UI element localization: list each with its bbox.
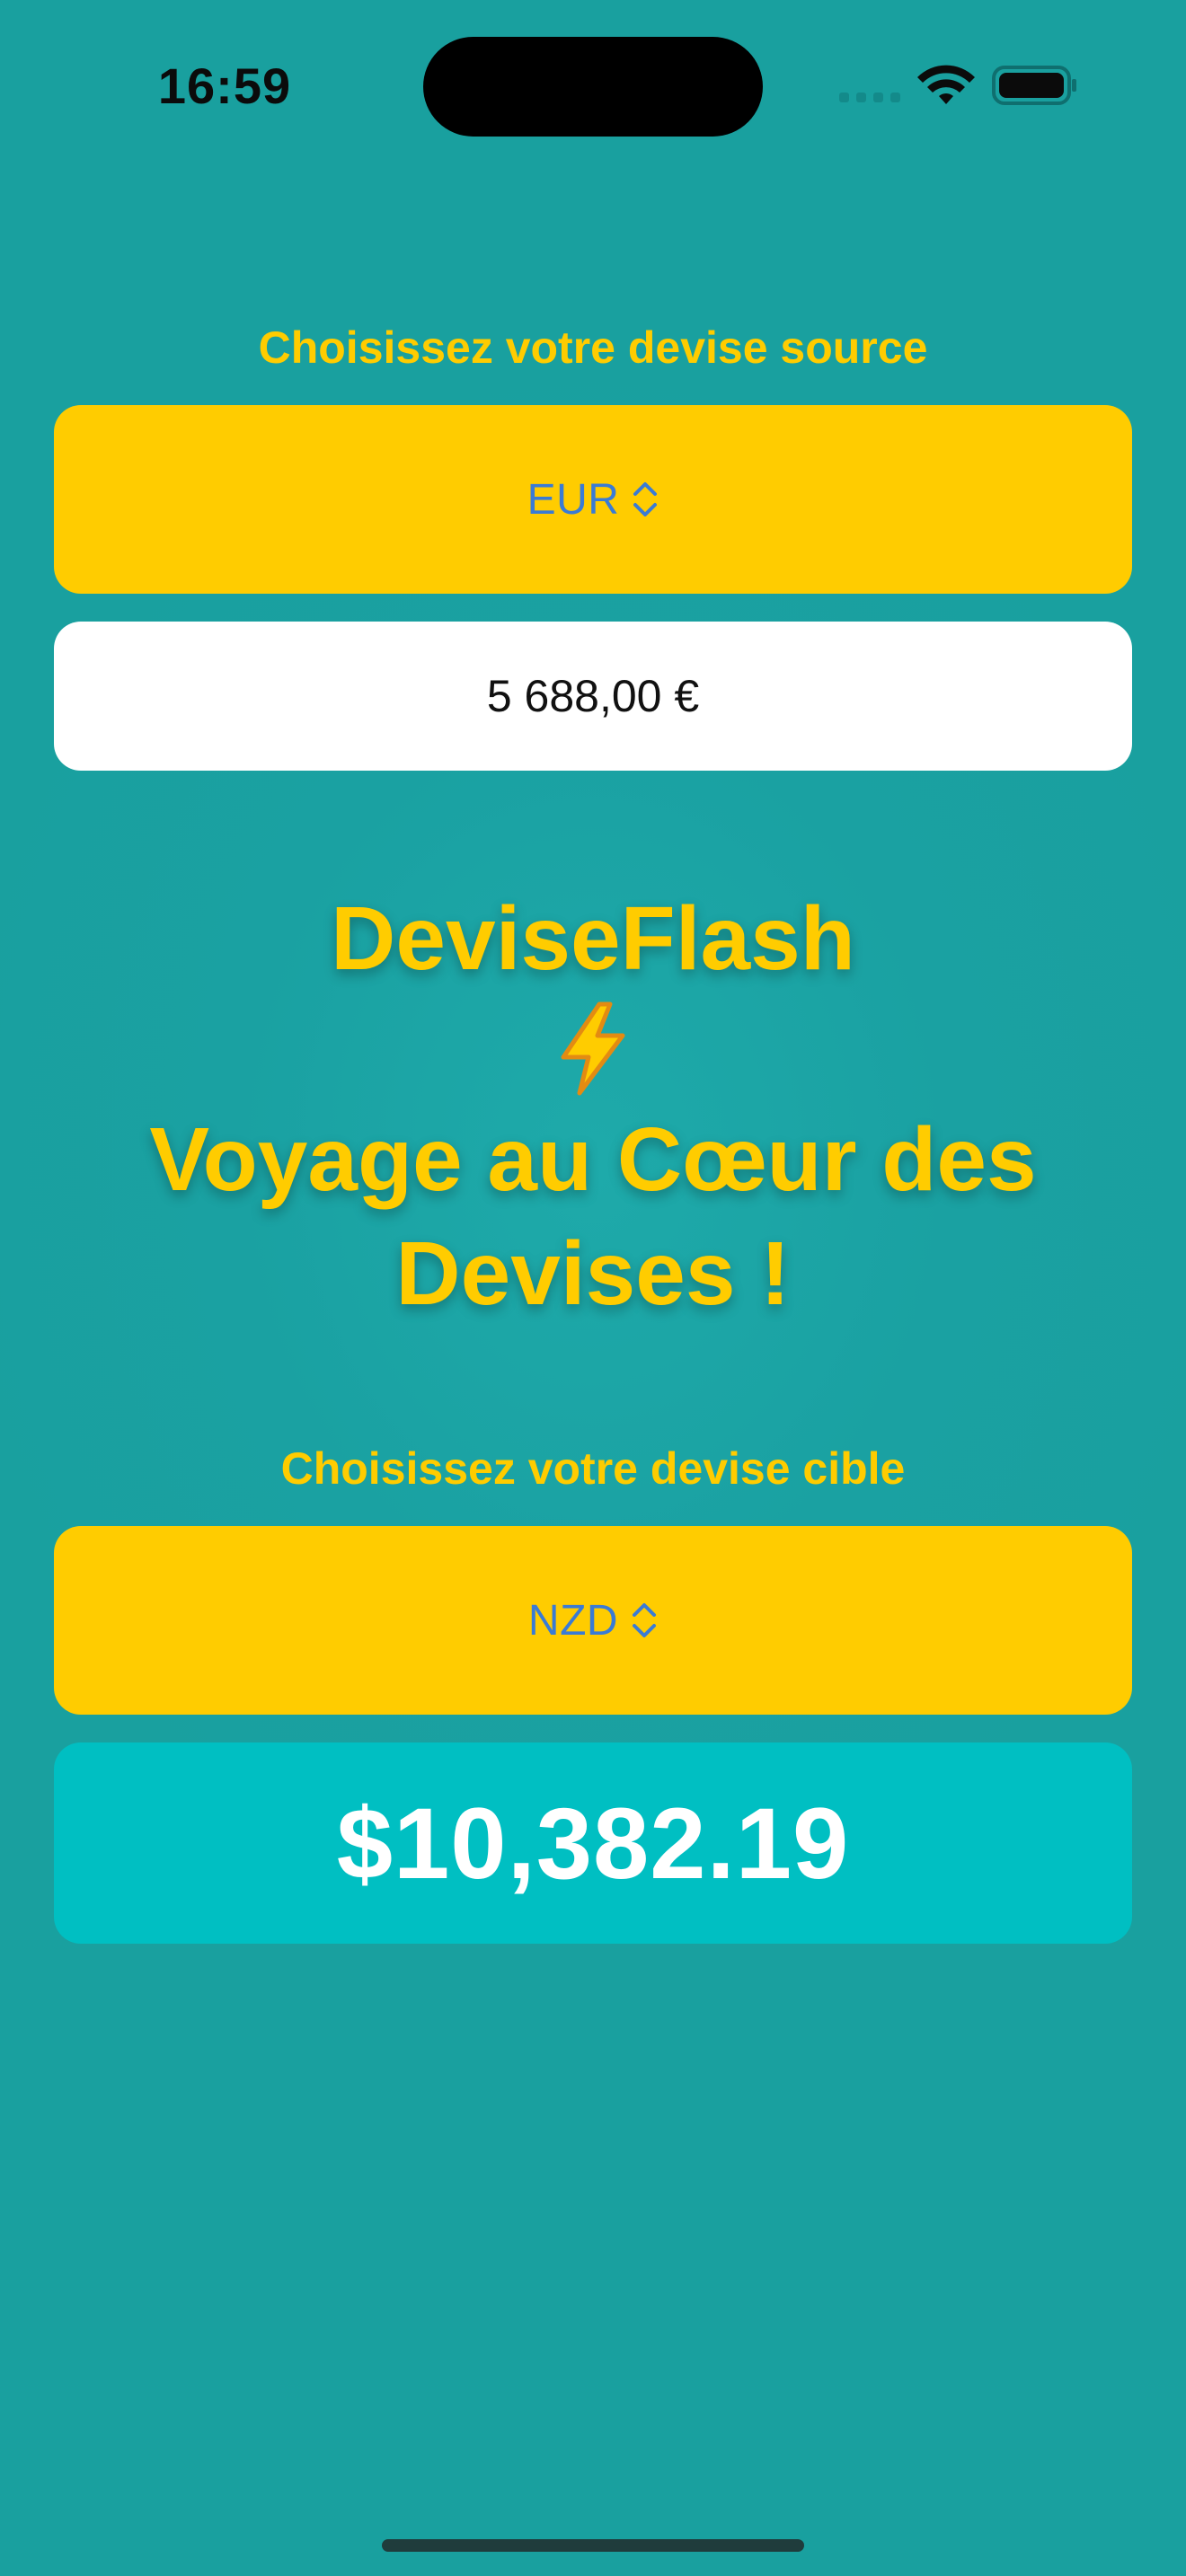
home-indicator[interactable]	[382, 2539, 804, 2552]
amount-input[interactable]	[54, 621, 1132, 772]
battery-icon	[992, 66, 1076, 105]
wifi-icon	[917, 65, 975, 104]
lightning-bolt-icon	[561, 1001, 625, 1096]
dynamic-island	[423, 37, 763, 137]
chevron-up-down-icon	[633, 1603, 657, 1637]
app-title: DeviseFlash	[331, 888, 855, 989]
source-currency-label: Choisissez votre devise source	[258, 322, 928, 373]
chevron-up-down-icon	[633, 482, 658, 516]
target-currency-value: NZD	[527, 1596, 619, 1645]
result-value: $10,382.19	[336, 1786, 850, 1900]
status-bar-time: 16:59	[157, 57, 292, 114]
source-currency-picker[interactable]: EUR	[54, 405, 1132, 594]
cellular-signal-icon	[839, 90, 902, 104]
target-currency-picker[interactable]: NZD	[54, 1526, 1132, 1715]
amount-field[interactable]	[54, 621, 1132, 772]
target-currency-label: Choisissez votre devise cible	[280, 1443, 906, 1494]
source-currency-value: EUR	[527, 475, 620, 524]
conversion-result: $10,382.19	[54, 1742, 1132, 1944]
app-tagline: Voyage au Cœur des Devises !	[149, 1109, 1037, 1324]
